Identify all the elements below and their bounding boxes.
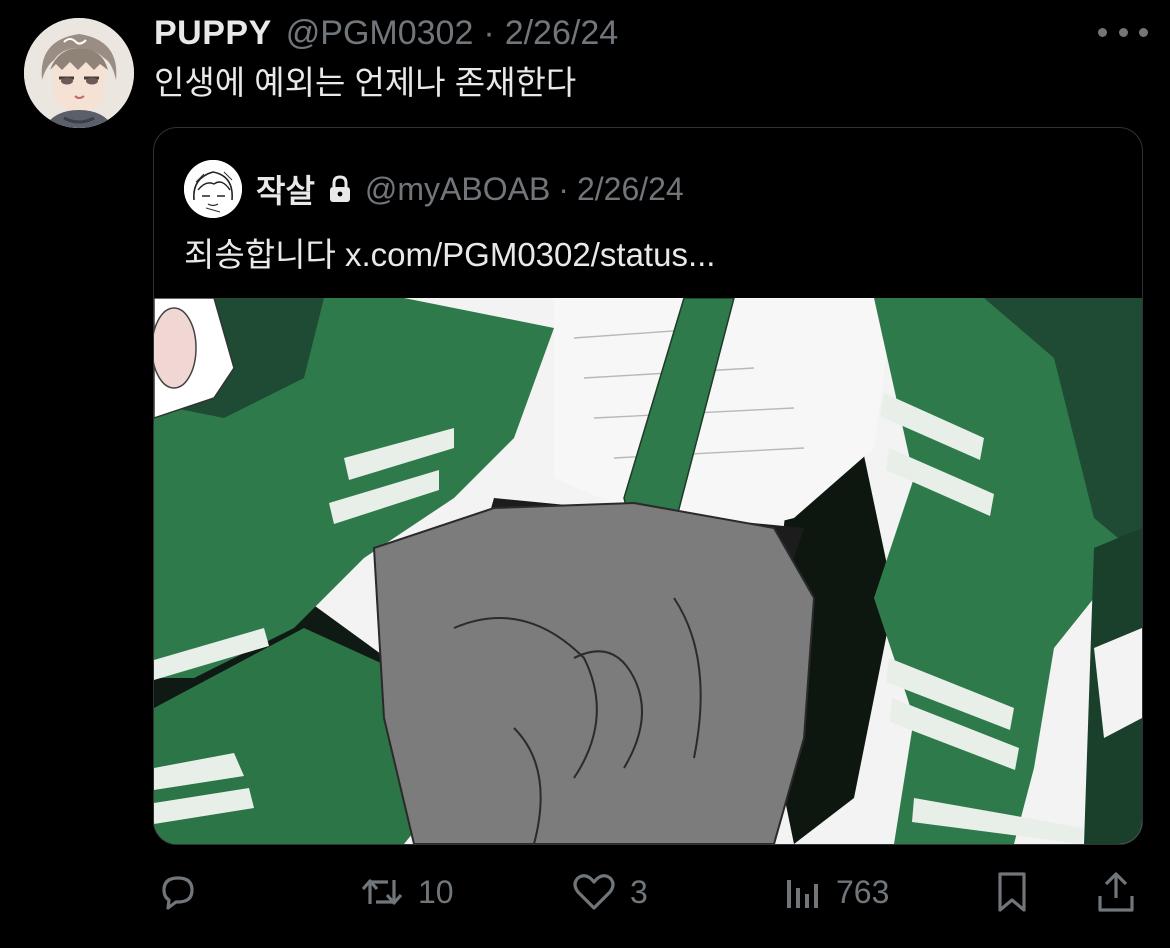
like-count: 3 [630, 873, 648, 910]
retweet-icon [358, 870, 406, 914]
tweet-header: PUPPY @PGM0302 · 2/26/24 [154, 12, 618, 54]
quoted-tweet-header: 작살 @myABOAB · 2/26/24 [256, 166, 684, 212]
like-button[interactable]: 3 [570, 862, 648, 922]
views-icon [780, 870, 824, 914]
quoted-tweet[interactable]: 작살 @myABOAB · 2/26/24 죄송합니다 x.com/PGM030… [153, 127, 1143, 845]
author-avatar[interactable] [24, 18, 134, 128]
separator-dot: · [558, 170, 569, 207]
reply-icon [156, 870, 200, 914]
tweet-text: 인생에 예외는 언제나 존재한다 [154, 64, 577, 101]
tweet-date[interactable]: 2/26/24 [505, 14, 618, 53]
more-horizontal-icon[interactable] [1098, 22, 1148, 42]
views-button[interactable]: 763 [780, 862, 889, 922]
retweet-button[interactable]: 10 [358, 862, 454, 922]
author-handle[interactable]: @PGM0302 [286, 14, 474, 53]
quoted-tweet-image[interactable] [154, 298, 1142, 844]
share-icon [1094, 868, 1138, 916]
separator-dot: · [483, 13, 495, 52]
share-button[interactable] [1094, 862, 1138, 922]
author-display-name[interactable]: PUPPY [154, 14, 272, 53]
quoted-display-name[interactable]: 작살 [256, 166, 315, 212]
tweet-actions: 10 3 763 [150, 862, 1150, 922]
reply-button[interactable] [156, 862, 200, 922]
views-count: 763 [836, 873, 890, 910]
retweet-count: 10 [418, 873, 454, 910]
lock-icon [327, 174, 353, 204]
quoted-author-avatar[interactable] [184, 160, 242, 218]
quoted-handle[interactable]: @myABOAB [365, 171, 550, 208]
quoted-tweet-text[interactable]: 죄송합니다 x.com/PGM0302/status... [184, 228, 715, 276]
bookmark-icon [992, 868, 1032, 916]
like-icon [570, 870, 618, 914]
tweet: PUPPY @PGM0302 · 2/26/24 인생에 예외는 언제나 존재한… [0, 0, 1170, 948]
quoted-date[interactable]: 2/26/24 [577, 171, 684, 208]
bookmark-button[interactable] [992, 862, 1032, 922]
